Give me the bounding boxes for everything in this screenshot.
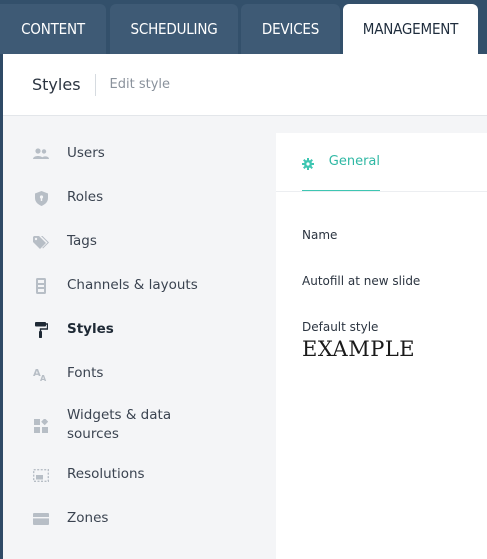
shield-icon <box>32 189 50 207</box>
sidebar-item-label: Widgets & data sources <box>67 407 172 442</box>
tags-icon <box>32 233 50 251</box>
default-style-label: Default style <box>302 320 379 334</box>
page-header: Styles Edit style <box>3 54 487 116</box>
sidebar-item-widgets-data-sources[interactable]: Widgets & data sources <box>3 398 276 452</box>
page-title: Styles <box>32 75 81 94</box>
sidebar: Users Roles Tags Channels & layouts Styl <box>3 116 276 559</box>
users-icon <box>32 145 50 163</box>
style-edit-panel: General Name Autofill at new slide Defau… <box>276 133 487 559</box>
default-style-preview[interactable]: EXAMPLE <box>302 337 415 361</box>
fonts-icon: AA <box>32 365 50 383</box>
sidebar-item-fonts[interactable]: AA Fonts <box>3 354 276 394</box>
breadcrumb-divider <box>94 73 96 96</box>
gear-icon <box>302 155 316 170</box>
sidebar-item-channels-layouts[interactable]: Channels & layouts <box>3 266 276 306</box>
paint-roller-icon <box>32 321 50 339</box>
sidebar-item-label: Zones <box>67 510 109 526</box>
top-tab-bar: CONTENT SCHEDULING DEVICES MANAGEMENT <box>0 0 487 54</box>
tab-devices[interactable]: DEVICES <box>241 4 340 54</box>
sidebar-item-label: Styles <box>67 321 114 337</box>
breadcrumb: Edit style <box>109 77 171 92</box>
main-area: Styles Edit style Users Roles Tags Chann… <box>3 54 487 559</box>
autofill-field-label: Autofill at new slide <box>302 274 421 288</box>
sidebar-item-styles[interactable]: Styles <box>3 310 276 350</box>
sidebar-item-tags[interactable]: Tags <box>3 222 276 262</box>
sidebar-item-label: Tags <box>67 233 97 249</box>
tab-general-label: General <box>328 154 380 169</box>
tab-general[interactable]: General <box>302 133 380 192</box>
sidebar-item-resolutions[interactable]: Resolutions <box>3 455 276 495</box>
sidebar-item-label: Users <box>67 145 105 161</box>
name-field-label: Name <box>302 228 338 242</box>
tab-management[interactable]: MANAGEMENT <box>343 4 478 54</box>
zones-icon <box>32 510 50 528</box>
tab-scheduling[interactable]: SCHEDULING <box>110 4 238 54</box>
sidebar-item-roles[interactable]: Roles <box>3 178 276 218</box>
tab-content[interactable]: CONTENT <box>0 4 106 54</box>
sidebar-item-label: Roles <box>67 189 104 205</box>
sidebar-item-zones[interactable]: Zones <box>3 499 276 539</box>
channels-icon <box>32 277 50 295</box>
svg-text:A: A <box>40 374 47 381</box>
sidebar-item-label: Channels & layouts <box>67 277 198 293</box>
resolutions-icon <box>32 466 50 484</box>
widgets-icon <box>32 417 50 435</box>
sidebar-item-users[interactable]: Users <box>3 134 276 174</box>
sidebar-item-label: Resolutions <box>67 466 145 482</box>
sidebar-item-label: Fonts <box>67 365 104 381</box>
tab-divider <box>276 191 487 192</box>
